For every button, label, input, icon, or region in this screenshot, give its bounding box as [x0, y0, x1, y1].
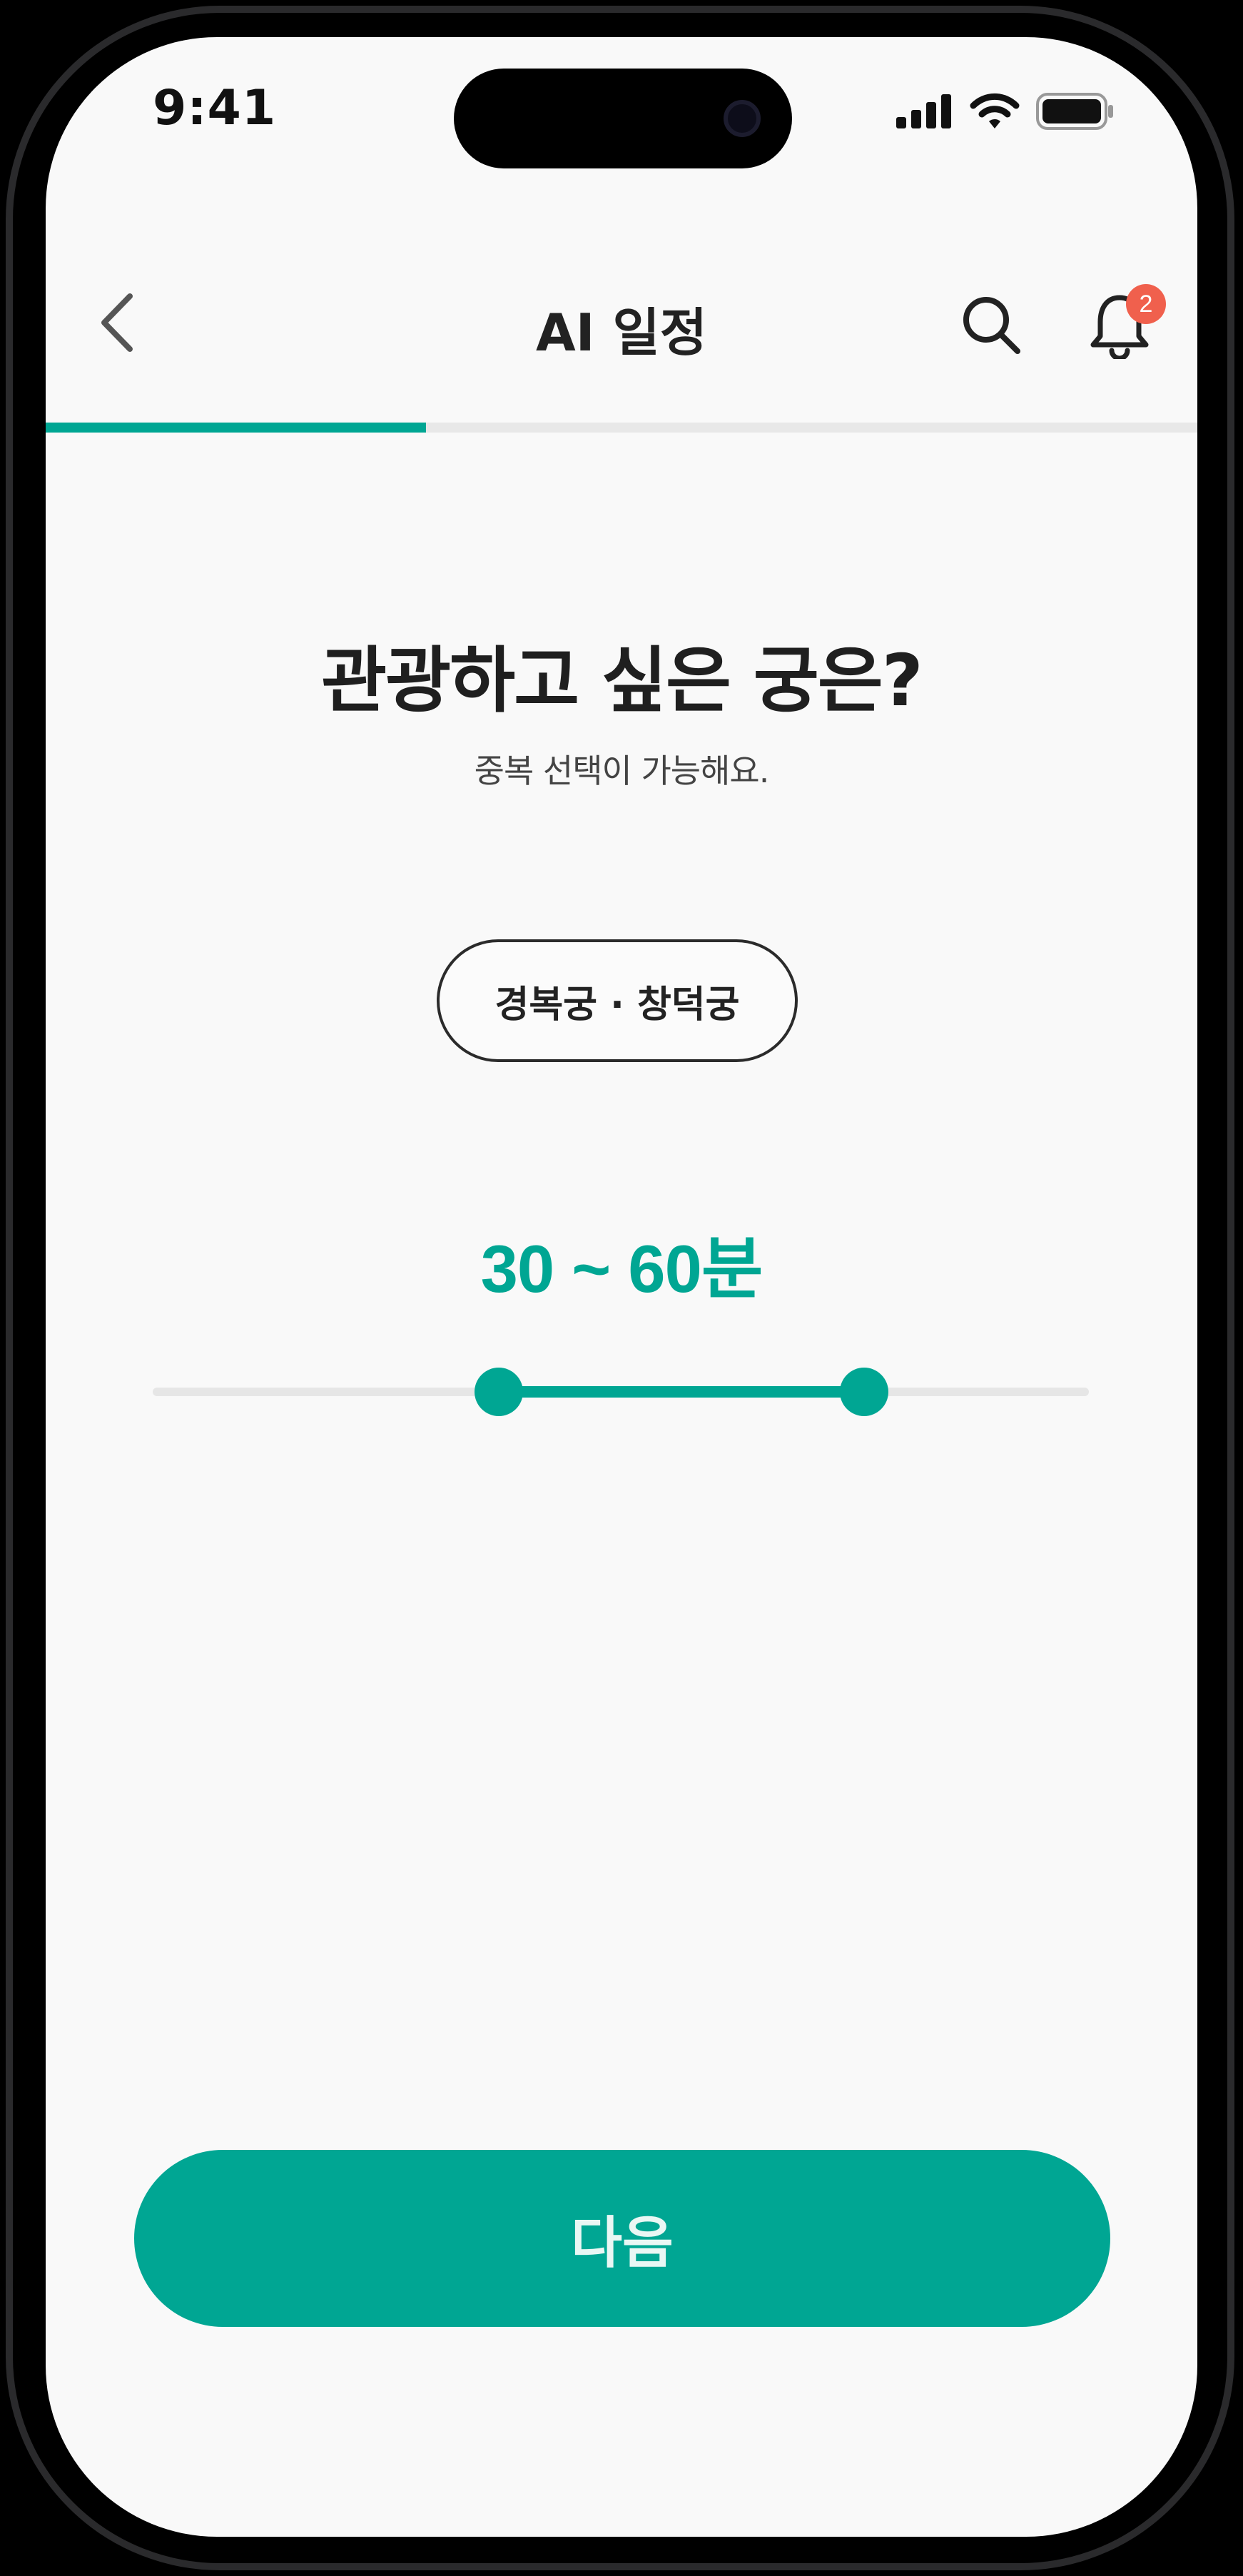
- app-screen: 9:41 AI 일정 2 관광하고 싶은 궁은? 중복 선택이 가능해요. 경복…: [46, 37, 1197, 2537]
- dynamic-island: [454, 69, 792, 168]
- question-title: 관광하고 싶은 궁은?: [321, 639, 923, 722]
- status-icons: [896, 93, 1115, 133]
- battery-icon: [1036, 93, 1115, 133]
- wifi-icon: [969, 93, 1020, 133]
- notifications-button[interactable]: 2: [1080, 284, 1166, 365]
- app-header: AI 일정 2: [46, 258, 1197, 387]
- duration-range-label: 30 ~ 60분: [480, 1231, 763, 1306]
- palace-option-chip[interactable]: 경복궁 · 창덕궁: [437, 939, 798, 1062]
- slider-thumb-end[interactable]: [840, 1368, 889, 1416]
- phone-frame: 9:41 AI 일정 2 관광하고 싶은 궁은? 중복 선택이 가능해요. 경복…: [0, 0, 1243, 2576]
- progress-bar: [46, 423, 1197, 433]
- camera-icon: [724, 100, 761, 137]
- search-icon: [959, 293, 1023, 360]
- cellular-signal-icon: [896, 94, 953, 131]
- progress-fill: [46, 423, 426, 433]
- duration-range-slider[interactable]: [153, 1356, 1089, 1428]
- slider-thumb-start[interactable]: [475, 1368, 524, 1416]
- status-time: 9:41: [153, 80, 277, 136]
- slider-selected-range: [499, 1386, 865, 1398]
- notification-badge: 2: [1126, 284, 1166, 324]
- next-button[interactable]: 다음: [134, 2150, 1110, 2327]
- question-subtitle: 중복 선택이 가능해요.: [474, 752, 770, 790]
- search-button[interactable]: [952, 287, 1030, 365]
